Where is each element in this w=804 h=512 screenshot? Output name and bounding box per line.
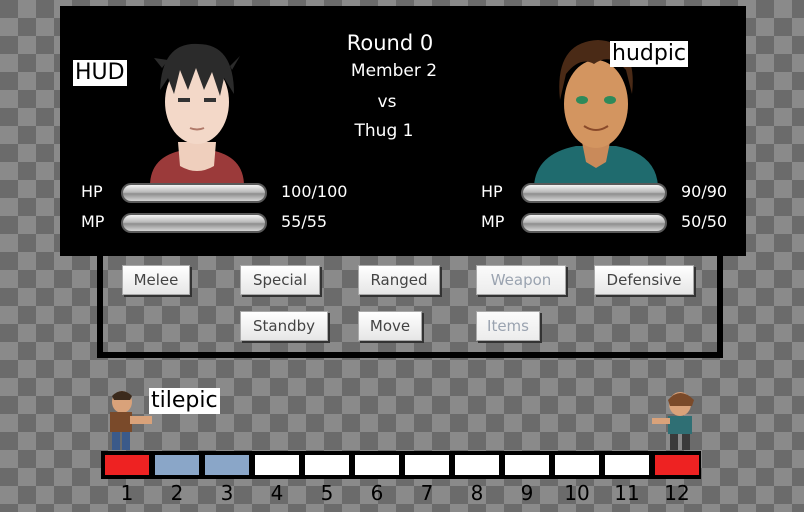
tile-number: 3 — [220, 481, 234, 505]
board-tile[interactable] — [605, 455, 649, 475]
enemy-hp-value: 90/90 — [681, 182, 728, 201]
enemy-hp-bar — [521, 183, 667, 203]
weapon-button[interactable]: Weapon — [476, 265, 566, 295]
defensive-button[interactable]: Defensive — [594, 265, 694, 295]
tile-number: 5 — [320, 481, 334, 505]
tilepic-label: tilepic — [149, 388, 220, 414]
enemy-mp-bar — [521, 213, 667, 233]
tile-number: 11 — [614, 481, 640, 505]
tile-number: 7 — [420, 481, 434, 505]
player-hp-value: 100/100 — [281, 182, 348, 201]
board-tile[interactable] — [305, 455, 349, 475]
melee-button[interactable]: Melee — [122, 265, 190, 295]
tile-number: 4 — [270, 481, 284, 505]
board-tile[interactable] — [405, 455, 449, 475]
board-tile[interactable] — [455, 455, 499, 475]
player-hp-label: HP — [81, 182, 103, 201]
move-button[interactable]: Move — [358, 311, 422, 341]
special-button[interactable]: Special — [240, 265, 320, 295]
tile-number: 1 — [120, 481, 134, 505]
player-mp-label: MP — [81, 212, 105, 231]
ranged-button[interactable]: Ranged — [358, 265, 440, 295]
board-tile[interactable] — [355, 455, 399, 475]
enemy-sprite — [652, 392, 694, 450]
tile-number: 2 — [170, 481, 184, 505]
enemy-hp-label: HP — [481, 182, 503, 201]
hud-label: HUD — [73, 60, 127, 86]
hudpic-label: hudpic — [610, 41, 689, 67]
player-portrait — [150, 43, 244, 186]
board-tile[interactable] — [255, 455, 299, 475]
board-tile[interactable] — [205, 455, 249, 475]
round-title: Round 0 — [346, 31, 434, 55]
player-mp-value: 55/55 — [281, 212, 328, 231]
enemy-mp-value: 50/50 — [681, 212, 728, 231]
board-tile[interactable] — [655, 455, 699, 475]
player-name: Member 2 — [350, 61, 438, 81]
player-mp-bar — [121, 213, 267, 233]
board-tile[interactable] — [105, 455, 149, 475]
tile-number: 10 — [564, 481, 590, 505]
player-sprite — [110, 391, 152, 450]
items-button[interactable]: Items — [476, 311, 540, 341]
board-tile[interactable] — [555, 455, 599, 475]
tile-number: 12 — [664, 481, 690, 505]
board-tile[interactable] — [155, 455, 199, 475]
enemy-mp-label: MP — [481, 212, 505, 231]
tile-number: 6 — [370, 481, 384, 505]
tile-number: 9 — [520, 481, 534, 505]
vs-label: vs — [377, 92, 397, 112]
tile-number: 8 — [470, 481, 484, 505]
standby-button[interactable]: Standby — [240, 311, 328, 341]
player-hp-bar — [121, 183, 267, 203]
board-tile[interactable] — [505, 455, 549, 475]
enemy-name: Thug 1 — [354, 121, 414, 141]
